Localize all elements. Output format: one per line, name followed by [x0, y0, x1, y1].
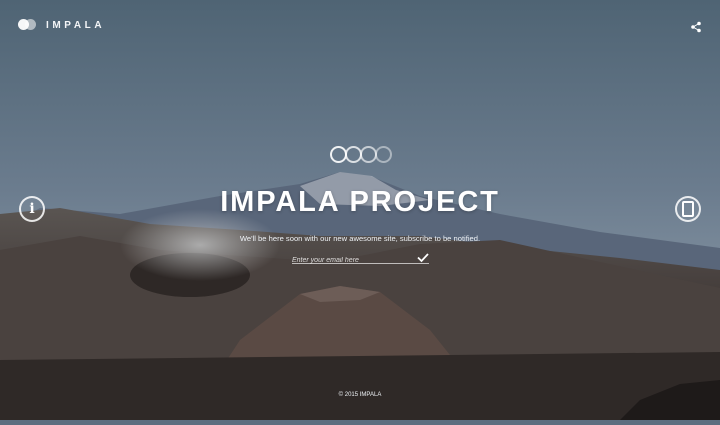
checkmark-icon[interactable]: [417, 250, 429, 263]
brand-logo[interactable]: IMPALA: [18, 19, 105, 31]
top-bar: IMPALA: [0, 0, 720, 50]
brand-name: IMPALA: [46, 19, 106, 31]
page-title: IMPALA PROJECT: [220, 186, 500, 218]
page-subtitle: We'll be here soon with our new awesome …: [239, 234, 481, 243]
logo-mark-icon: [18, 19, 38, 31]
footer-copyright: © 2015 IMPALA: [338, 392, 382, 398]
email-input[interactable]: [292, 254, 412, 267]
share-icon[interactable]: [690, 20, 702, 33]
subscribe-form: [292, 249, 429, 267]
loader-rings-icon: [330, 146, 392, 164]
